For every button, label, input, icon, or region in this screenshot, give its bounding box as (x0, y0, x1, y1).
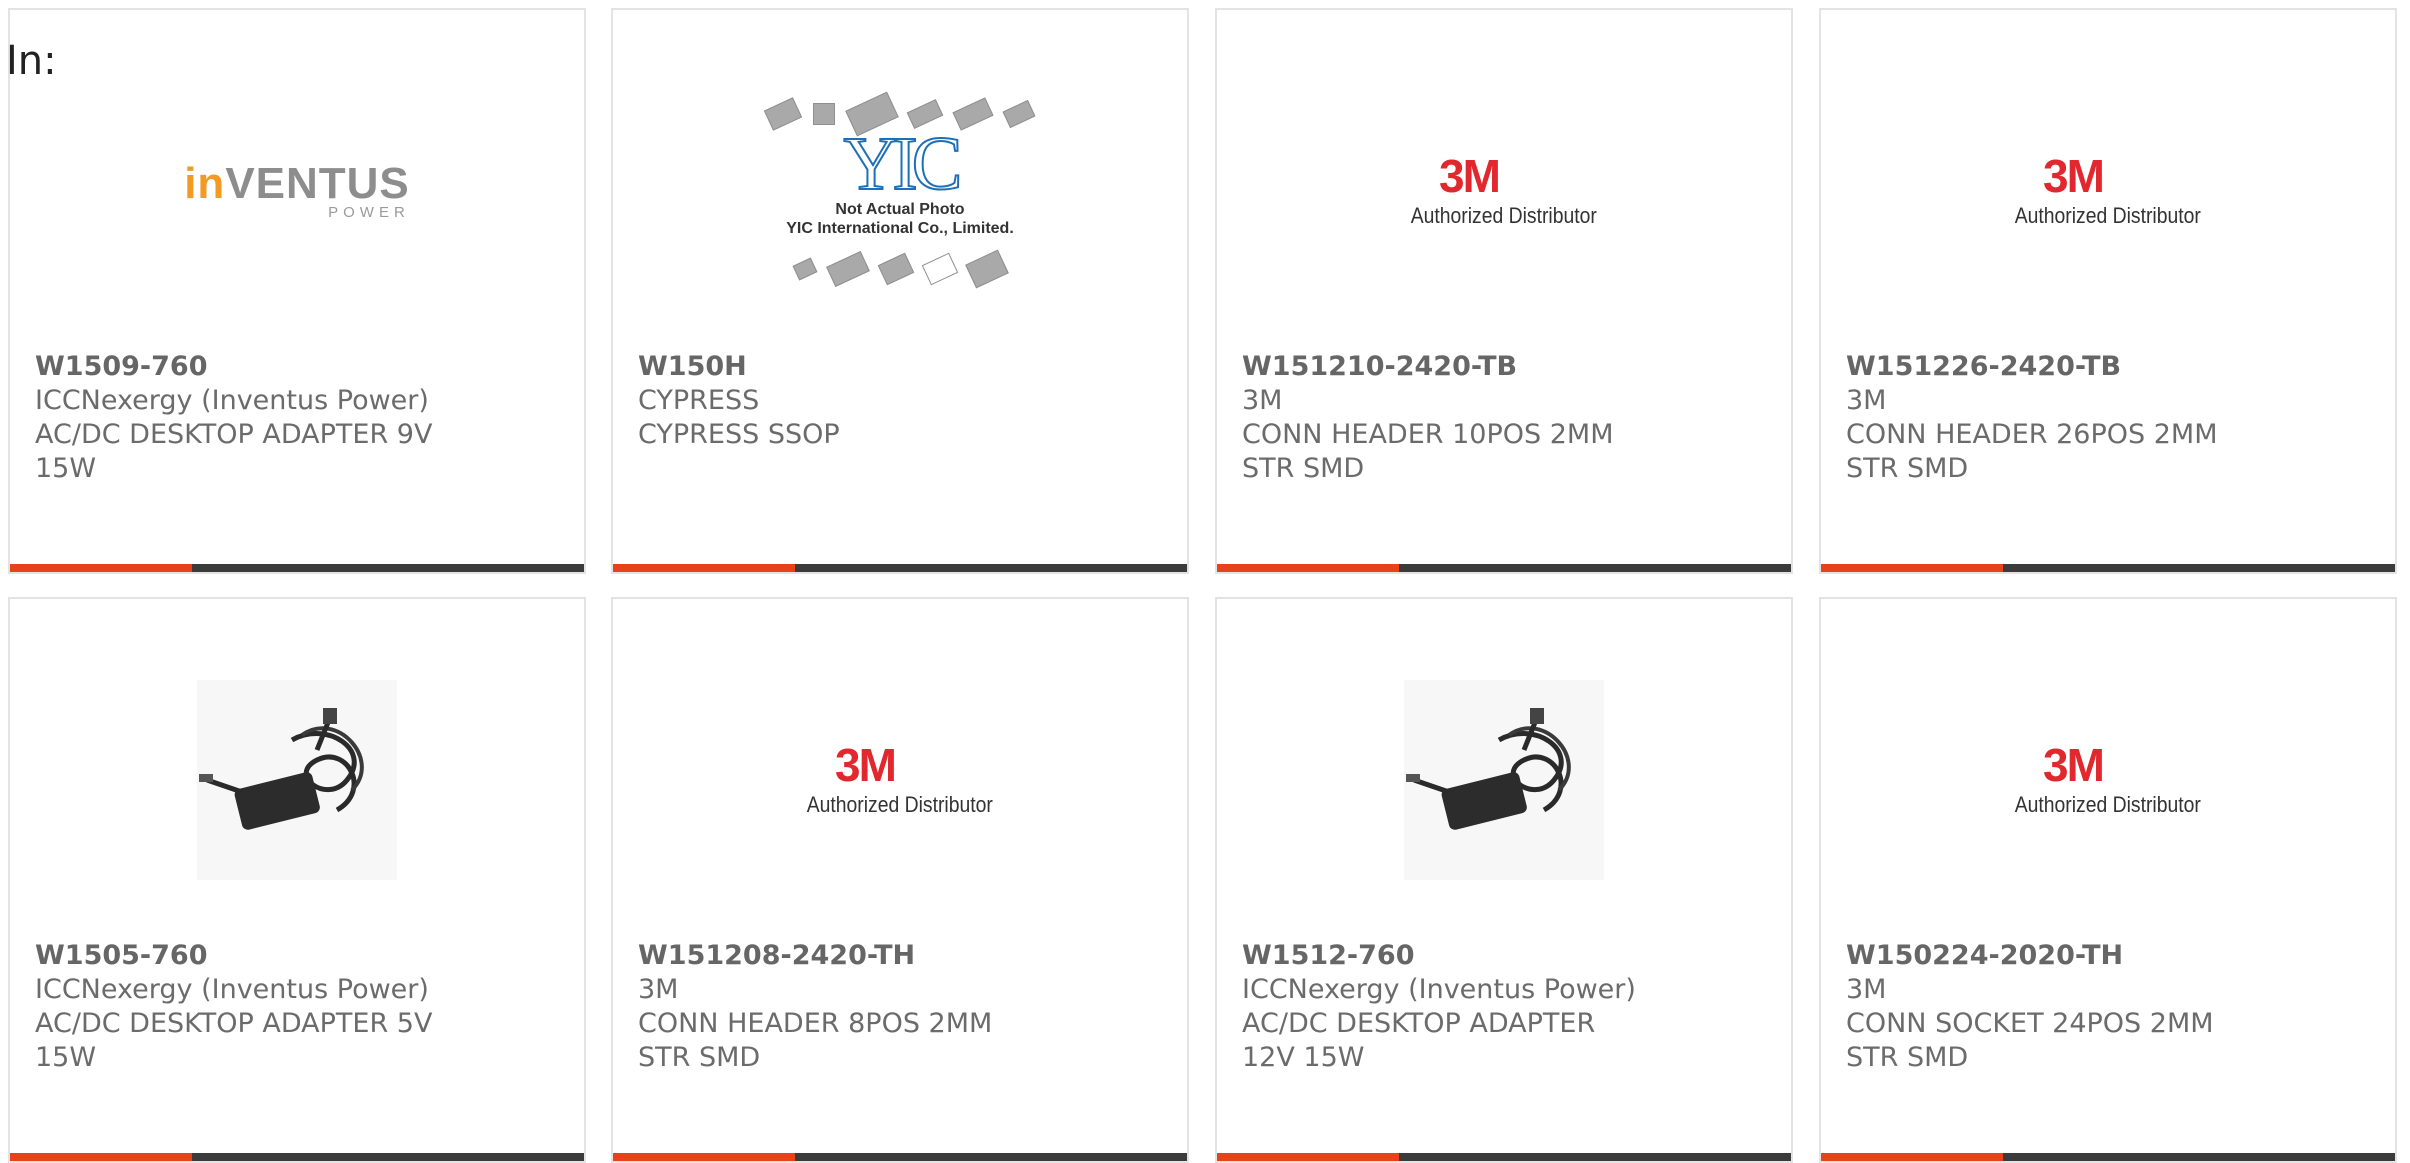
product-description: AC/DC DESKTOP ADAPTER 12V 15W (1242, 1008, 1596, 1073)
filter-label: In: (6, 38, 57, 84)
power-adapter-photo (1404, 680, 1604, 880)
product-image: 3M Authorized Distributor (613, 655, 1187, 905)
product-description: AC/DC DESKTOP ADAPTER 5V 15W (35, 1008, 433, 1073)
product-card[interactable]: W1512-760 ICCNexergy (Inventus Power) AC/D… (1215, 597, 1793, 1163)
card-footer-bar (613, 1153, 1187, 1161)
product-image: YIC Not Actual Photo YIC International Co.… (613, 66, 1187, 316)
card-footer-bar (1217, 1153, 1791, 1161)
part-number[interactable]: W1512-760 (1242, 939, 1771, 973)
product-info: W1509-760 ICCNexergy (Inventus Power) AC/D… (35, 350, 564, 486)
product-card[interactable]: 3M Authorized Distributor W150224-2020-TH 3… (1819, 597, 2397, 1163)
product-description: CYPRESS SSOP (638, 419, 840, 450)
product-card[interactable]: 3M Authorized Distributor W151208-2420-TH 3… (611, 597, 1189, 1163)
product-info: W1505-760 ICCNexergy (Inventus Power) AC/D… (35, 939, 564, 1075)
card-accent-bar (613, 1153, 795, 1161)
card-accent-bar (1821, 564, 2003, 572)
3m-logo: 3M Authorized Distributor (1410, 150, 1598, 228)
product-image (10, 655, 584, 905)
card-accent-bar (613, 564, 795, 572)
card-accent-bar (10, 564, 192, 572)
part-number[interactable]: W151226-2420-TB (1846, 350, 2375, 384)
3m-logo: 3M Authorized Distributor (806, 739, 994, 817)
card-footer-bar (10, 1153, 584, 1161)
product-info: W151210-2420-TB 3M CONN HEADER 10POS 2MM S… (1242, 350, 1771, 486)
product-description: CONN HEADER 10POS 2MM STR SMD (1242, 419, 1614, 484)
product-card[interactable]: 3M Authorized Distributor W151226-2420-TB 3… (1819, 8, 2397, 574)
part-number[interactable]: W1509-760 (35, 350, 564, 384)
product-image: inVENTUS POWER (10, 66, 584, 316)
part-number[interactable]: W150224-2020-TH (1846, 939, 2375, 973)
product-image (1217, 655, 1791, 905)
card-accent-bar (1217, 1153, 1399, 1161)
product-description: CONN SOCKET 24POS 2MM STR SMD (1846, 1008, 2214, 1073)
manufacturer: 3M (1846, 385, 1887, 416)
part-number[interactable]: W150H (638, 350, 1167, 384)
manufacturer: CYPRESS (638, 385, 760, 416)
part-number[interactable]: W151208-2420-TH (638, 939, 1167, 973)
card-accent-bar (1821, 1153, 2003, 1161)
power-adapter-photo (197, 680, 397, 880)
card-footer-bar (10, 564, 584, 572)
card-footer-bar (1821, 1153, 2395, 1161)
part-number[interactable]: W1505-760 (35, 939, 564, 973)
card-accent-bar (1217, 564, 1399, 572)
product-image: 3M Authorized Distributor (1821, 655, 2395, 905)
card-footer-bar (1217, 564, 1791, 572)
product-info: W151208-2420-TH 3M CONN HEADER 8POS 2MM ST… (638, 939, 1167, 1075)
manufacturer: 3M (638, 974, 679, 1005)
card-footer-bar (1821, 564, 2395, 572)
manufacturer: ICCNexergy (Inventus Power) (1242, 974, 1636, 1005)
product-grid: In: inVENTUS POWER W1509-760 ICCNexergy (In… (0, 0, 2410, 1163)
product-image: 3M Authorized Distributor (1821, 66, 2395, 316)
part-number[interactable]: W151210-2420-TB (1242, 350, 1771, 384)
product-card[interactable]: YIC Not Actual Photo YIC International Co.… (611, 8, 1189, 574)
product-description: AC/DC DESKTOP ADAPTER 9V 15W (35, 419, 433, 484)
card-accent-bar (10, 1153, 192, 1161)
manufacturer: 3M (1846, 974, 1887, 1005)
product-info: W151226-2420-TB 3M CONN HEADER 26POS 2MM S… (1846, 350, 2375, 486)
ic-chips-illustration (767, 249, 1033, 289)
yic-not-actual-photo: YIC Not Actual Photo YIC International Co.… (763, 91, 1036, 289)
product-description: CONN HEADER 8POS 2MM STR SMD (638, 1008, 993, 1073)
manufacturer: ICCNexergy (Inventus Power) (35, 385, 429, 416)
3m-logo: 3M Authorized Distributor (2014, 739, 2202, 817)
manufacturer: ICCNexergy (Inventus Power) (35, 974, 429, 1005)
product-card[interactable]: inVENTUS POWER W1509-760 ICCNexergy (Invent… (8, 8, 586, 574)
product-image: 3M Authorized Distributor (1217, 66, 1791, 316)
product-description: CONN HEADER 26POS 2MM STR SMD (1846, 419, 2218, 484)
3m-logo: 3M Authorized Distributor (2014, 150, 2202, 228)
product-info: W150224-2020-TH 3M CONN SOCKET 24POS 2MM S… (1846, 939, 2375, 1075)
product-info: W1512-760 ICCNexergy (Inventus Power) AC/D… (1242, 939, 1771, 1075)
inventus-power-logo: inVENTUS POWER (184, 158, 410, 221)
product-card[interactable]: W1505-760 ICCNexergy (Inventus Power) AC/D… (8, 597, 586, 1163)
manufacturer: 3M (1242, 385, 1283, 416)
product-card[interactable]: 3M Authorized Distributor W151210-2420-TB 3… (1215, 8, 1793, 574)
card-footer-bar (613, 564, 1187, 572)
product-info: W150H CYPRESS CYPRESS SSOP (638, 350, 1167, 452)
